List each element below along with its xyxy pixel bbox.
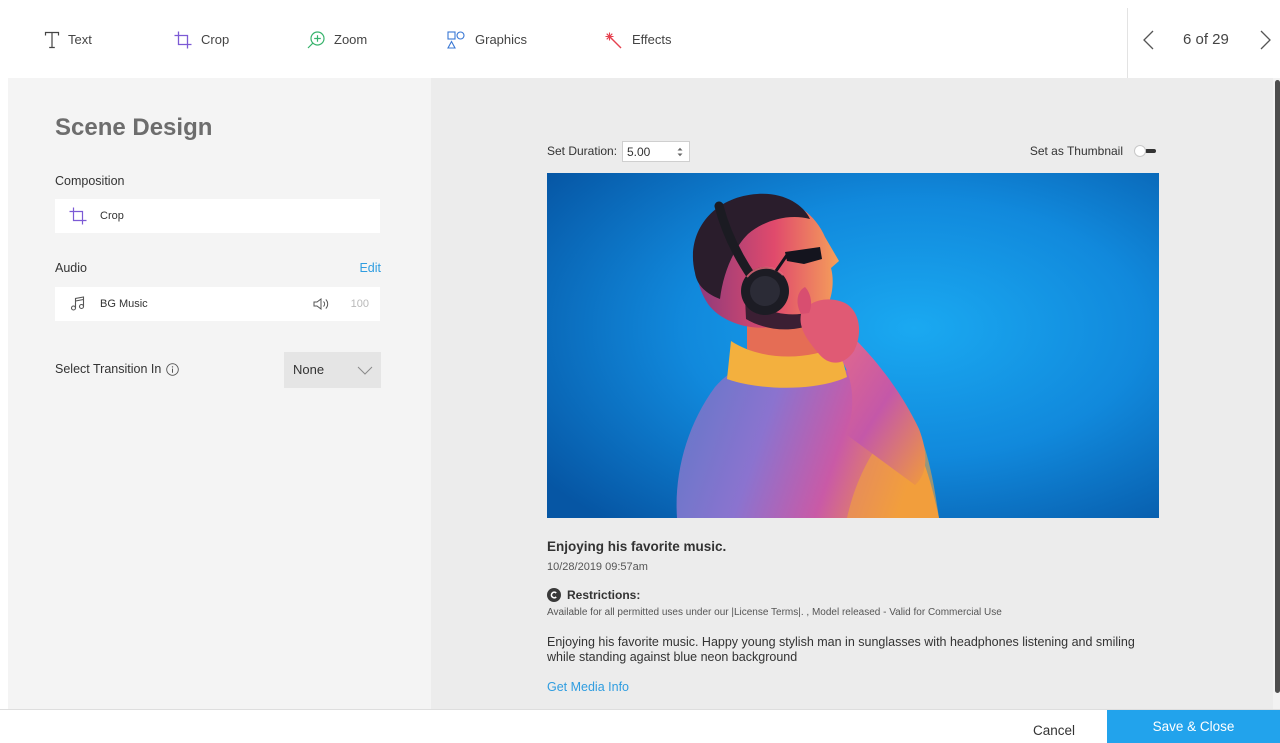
restrictions-text: Available for all permitted uses under o… — [547, 607, 1002, 618]
thumbnail-label: Set as Thumbnail — [1029, 144, 1123, 158]
media-title: Enjoying his favorite music. — [547, 539, 727, 554]
speaker-icon[interactable] — [313, 298, 331, 310]
crop-icon — [69, 207, 87, 225]
toolbar-divider — [1127, 8, 1128, 78]
toolbar: Text Crop Zoom Graphics Effects 6 of 29 — [0, 0, 1280, 78]
magic-wand-icon — [605, 32, 622, 48]
zoom-in-icon — [307, 31, 325, 49]
audio-track-item[interactable]: BG Music 100 — [55, 287, 380, 321]
transition-select[interactable]: None — [284, 352, 381, 388]
vertical-scrollbar[interactable] — [1273, 78, 1280, 709]
chevron-left-icon[interactable] — [1142, 30, 1156, 50]
composition-item-label: Crop — [100, 210, 124, 222]
crop-icon — [174, 31, 192, 49]
scrollbar-thumb[interactable] — [1275, 80, 1280, 693]
duration-stepper[interactable] — [622, 141, 690, 162]
scene-editor: Text Crop Zoom Graphics Effects 6 of 29 … — [0, 0, 1280, 743]
transition-label: Select Transition In — [55, 362, 162, 376]
scene-design-panel: Scene Design Composition Crop Audio Edit… — [8, 78, 431, 709]
transition-label-group: Select Transition In — [55, 361, 180, 377]
chevron-down-icon — [357, 366, 373, 375]
toggle-knob — [1134, 145, 1146, 157]
save-and-close-button[interactable]: Save & Close — [1107, 710, 1280, 743]
duration-label: Set Duration: — [547, 144, 618, 158]
transition-selected-value: None — [293, 362, 325, 377]
crop-tool-button[interactable]: Crop — [174, 30, 229, 50]
audio-edit-link[interactable]: Edit — [359, 260, 381, 276]
effects-tool-label: Effects — [632, 32, 672, 47]
cancel-button[interactable]: Cancel — [1033, 723, 1075, 739]
audio-label: Audio — [55, 261, 87, 275]
audio-volume-value: 100 — [350, 298, 369, 310]
zoom-tool-label: Zoom — [334, 32, 368, 47]
chevron-right-icon[interactable] — [1258, 30, 1272, 50]
audio-track-label: BG Music — [100, 298, 148, 310]
thumbnail-toggle[interactable] — [1134, 145, 1158, 157]
media-description: Enjoying his favorite music. Happy young… — [547, 635, 1135, 664]
media-date: 10/28/2019 09:57am — [547, 561, 648, 573]
shapes-icon — [447, 31, 465, 49]
get-media-info-link[interactable]: Get Media Info — [547, 679, 629, 695]
zoom-tool-button[interactable]: Zoom — [307, 30, 367, 50]
effects-tool-button[interactable]: Effects — [605, 30, 672, 50]
text-tool-label: Text — [68, 32, 92, 47]
composition-crop-item[interactable]: Crop — [55, 199, 380, 233]
graphics-tool-button[interactable]: Graphics — [447, 30, 527, 50]
spinner-arrows-icon[interactable] — [677, 147, 683, 157]
info-icon[interactable] — [166, 362, 180, 376]
copyright-icon — [547, 588, 561, 602]
scene-pager-position: 6 of 29 — [1183, 31, 1229, 48]
text-tool-button[interactable]: Text — [44, 30, 92, 50]
composition-label: Composition — [55, 174, 125, 188]
toggle-track — [1145, 149, 1156, 153]
dialog-footer: Cancel Save & Close — [0, 709, 1280, 743]
media-photo — [547, 173, 1159, 518]
music-note-icon — [70, 296, 85, 311]
text-icon — [44, 31, 60, 49]
duration-input[interactable] — [623, 142, 673, 161]
crop-tool-label: Crop — [201, 32, 230, 47]
panel-title: Scene Design — [55, 114, 213, 141]
scene-preview-area: Set Duration: Set as Thumbnail — [431, 78, 1273, 709]
restrictions-label: Restrictions: — [567, 588, 641, 602]
graphics-tool-label: Graphics — [475, 32, 528, 47]
